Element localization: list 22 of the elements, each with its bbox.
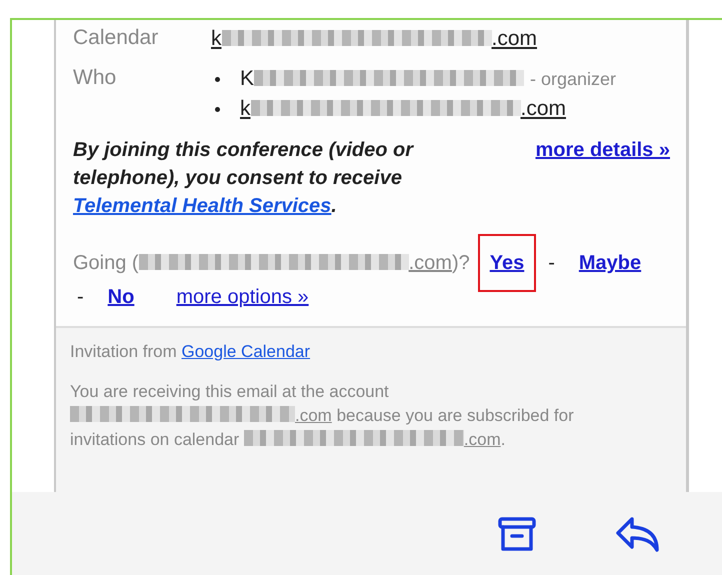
account-notice: You are receiving this email at the account .com because you are subscribed for invitations on calendar .com. (70, 381, 575, 451)
going-label: Going ( .com)? (73, 251, 470, 276)
field-label: Calendar (73, 25, 160, 51)
more-details-link[interactable]: more details » (535, 136, 670, 164)
email-link[interactable]: k .com (240, 94, 566, 124)
email-link[interactable]: k .com (211, 24, 538, 54)
rsvp-link[interactable]: No (96, 280, 146, 314)
consent-text: By joining this conference (video or telephone), you consent to receive Telemental Health Services. (73, 138, 415, 219)
archive-icon[interactable] (498, 516, 536, 552)
role-label: - organizer (530, 68, 616, 91)
invitation-text: Invitation from Google Calendar (70, 341, 312, 363)
bullet-icon (215, 106, 220, 112)
rsvp-link[interactable]: Maybe (566, 246, 654, 280)
google-calendar-link[interactable]: Google Calendar (182, 342, 310, 361)
more-options-link[interactable]: more options » (176, 282, 309, 312)
services-link[interactable]: Telemental Health Services (73, 195, 332, 217)
field-label: Who (73, 65, 118, 91)
rsvp-link[interactable]: Yes (478, 234, 536, 292)
reply-icon[interactable] (616, 516, 660, 552)
separator: - (77, 285, 84, 310)
bullet-icon (215, 76, 220, 82)
separator: - (548, 251, 555, 276)
